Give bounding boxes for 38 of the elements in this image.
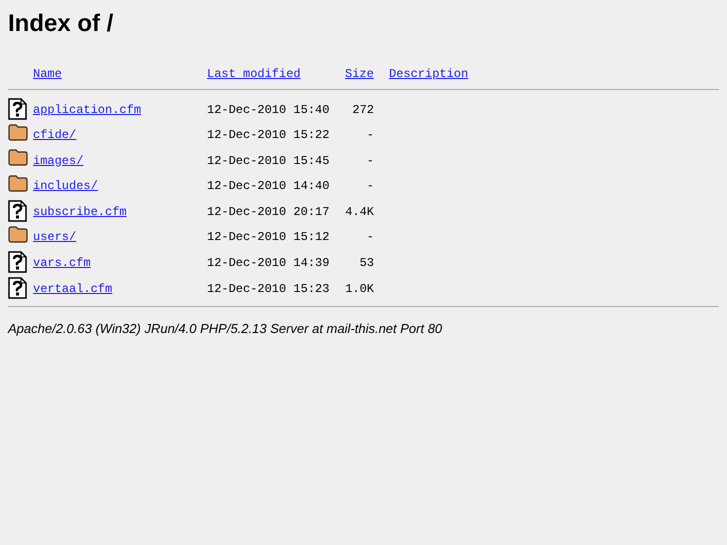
file-size: 53 bbox=[358, 256, 375, 272]
unknown-file-icon bbox=[8, 200, 28, 222]
file-link[interactable]: includes/ bbox=[33, 179, 98, 196]
file-size: - bbox=[366, 179, 375, 195]
unknown-file-icon bbox=[8, 276, 28, 298]
page-title: Index of / bbox=[8, 10, 114, 38]
unknown-file-icon bbox=[8, 251, 28, 273]
folder-icon bbox=[8, 174, 28, 192]
file-size: 4.4K bbox=[345, 205, 375, 221]
modified-date: 12-Dec-2010 14:39 bbox=[207, 256, 330, 272]
file-link[interactable]: users/ bbox=[33, 230, 76, 247]
file-link[interactable]: application.cfm bbox=[33, 103, 142, 120]
column-header-link[interactable]: Size bbox=[345, 67, 374, 81]
modified-date: 12-Dec-2010 14:40 bbox=[207, 179, 330, 195]
file-link[interactable]: subscribe.cfm bbox=[33, 205, 127, 222]
file-size: - bbox=[366, 230, 375, 246]
unknown-file-icon bbox=[8, 98, 28, 120]
modified-date: 12-Dec-2010 15:40 bbox=[207, 103, 330, 119]
file-link[interactable]: images/ bbox=[33, 154, 84, 170]
file-size: - bbox=[366, 154, 375, 170]
modified-date: 12-Dec-2010 15:12 bbox=[207, 230, 330, 246]
folder-icon bbox=[8, 124, 28, 140]
modified-date: 12-Dec-2010 15:45 bbox=[207, 154, 330, 170]
file-link[interactable]: vars.cfm bbox=[33, 256, 91, 273]
column-header-link[interactable]: Name bbox=[33, 67, 62, 81]
modified-date: 12-Dec-2010 15:22 bbox=[207, 128, 330, 144]
column-header-link[interactable]: Description bbox=[389, 67, 468, 81]
folder-icon bbox=[8, 226, 28, 242]
folder-icon bbox=[8, 149, 28, 166]
file-link[interactable]: vertaal.cfm bbox=[33, 282, 112, 298]
column-header-link[interactable]: Last modified bbox=[207, 67, 301, 81]
modified-date: 12-Dec-2010 15:23 bbox=[207, 282, 330, 298]
file-link[interactable]: cfide/ bbox=[33, 128, 76, 145]
file-size: - bbox=[366, 128, 375, 144]
server-signature: Apache/2.0.63 (Win32) JRun/4.0 PHP/5.2.13 Server at mail-this.net Port 80 bbox=[8, 321, 442, 336]
modified-date: 12-Dec-2010 20:17 bbox=[207, 205, 330, 221]
file-size: 1.0K bbox=[345, 282, 375, 298]
file-size: 272 bbox=[351, 103, 375, 119]
